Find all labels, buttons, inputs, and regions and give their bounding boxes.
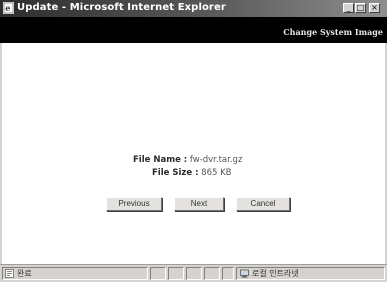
- window-title: Update - Microsoft Internet Explorer: [17, 2, 226, 13]
- status-bar: 완료 로컬 인트라넷: [0, 264, 387, 282]
- file-size-label: File Size :: [152, 168, 199, 178]
- next-button[interactable]: Next: [174, 197, 224, 211]
- previous-button[interactable]: Previous: [106, 197, 162, 211]
- status-text: 완료: [17, 269, 32, 278]
- status-pane-empty: [222, 267, 234, 280]
- svg-text:e: e: [5, 3, 10, 13]
- file-size-row: File Size : 865 KB: [152, 168, 232, 178]
- file-size-value: 865 KB: [201, 168, 232, 178]
- security-zone-text: 로컬 인트라넷: [252, 269, 299, 278]
- cancel-button[interactable]: Cancel: [236, 197, 290, 211]
- page-heading: Change System Image: [283, 27, 383, 37]
- close-button[interactable]: ×: [369, 3, 380, 13]
- page-content: File Name : fw-dvr.tar.gz File Size : 86…: [2, 43, 385, 264]
- status-pane-empty: [204, 267, 220, 280]
- file-name-row: File Name : fw-dvr.tar.gz: [133, 155, 242, 165]
- page-header: Change System Image: [0, 17, 387, 43]
- minimize-button[interactable]: _: [343, 3, 354, 13]
- browser-window: e Update - Microsoft Internet Explorer _…: [0, 0, 387, 282]
- title-bar[interactable]: e Update - Microsoft Internet Explorer _…: [0, 0, 387, 17]
- file-name-value: fw-dvr.tar.gz: [189, 155, 243, 165]
- page-done-icon: [5, 269, 14, 278]
- internet-explorer-icon: e: [3, 2, 14, 14]
- status-pane-empty: [150, 267, 166, 280]
- intranet-zone-icon: [240, 269, 249, 278]
- status-pane-empty: [168, 267, 184, 280]
- security-zone-pane[interactable]: 로컬 인트라넷: [236, 267, 385, 280]
- status-pane: 완료: [2, 267, 148, 280]
- file-name-label: File Name :: [133, 155, 188, 165]
- status-pane-empty: [186, 267, 202, 280]
- maximize-button[interactable]: □: [355, 3, 366, 13]
